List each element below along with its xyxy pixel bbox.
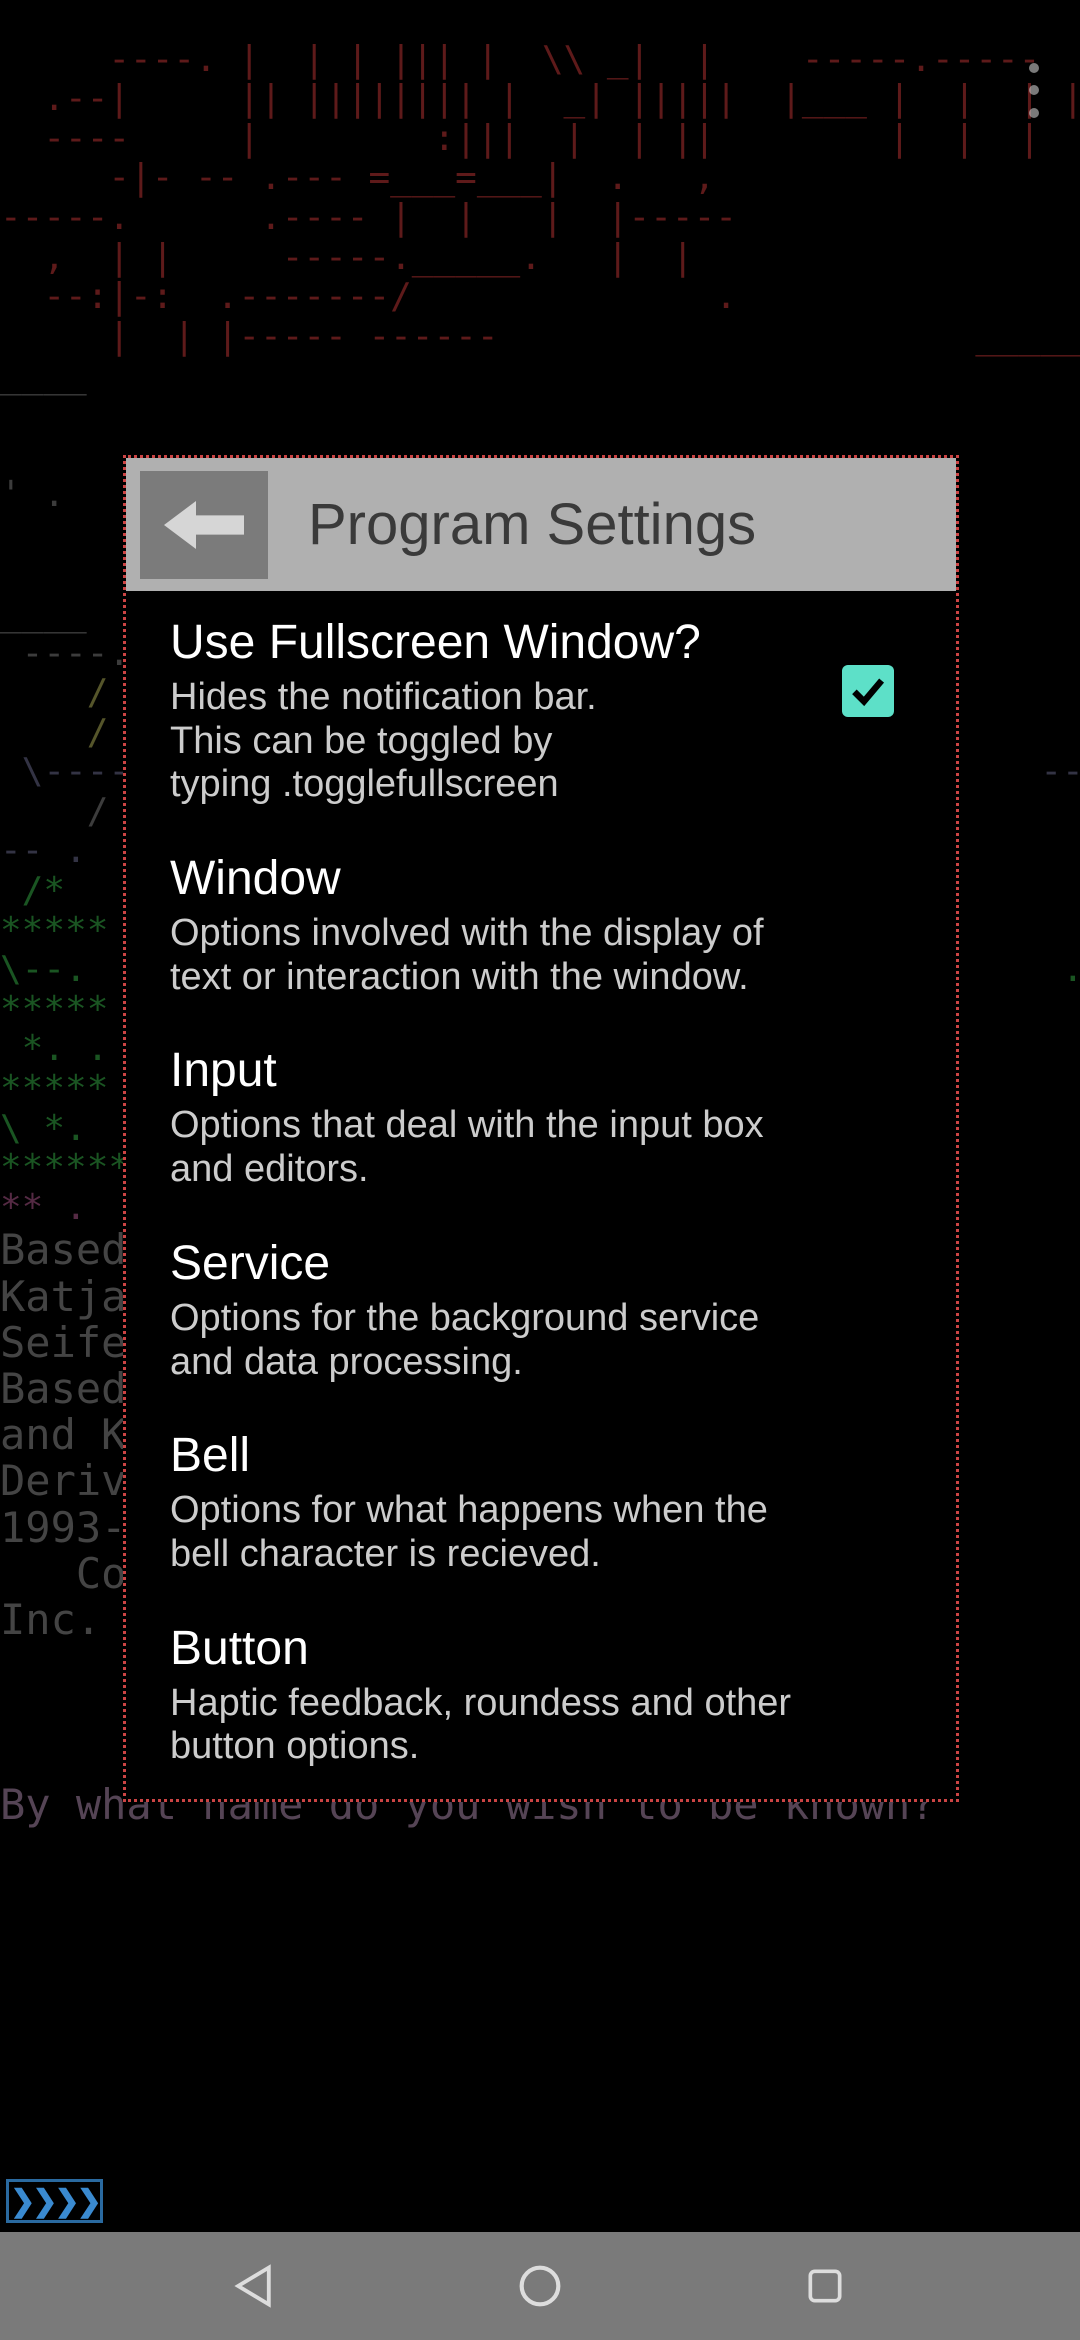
setting-input[interactable]: Input Options that deal with the input b… xyxy=(170,1043,912,1191)
setting-title: Service xyxy=(170,1236,892,1291)
android-navbar xyxy=(0,2232,1080,2340)
nav-recent-button[interactable] xyxy=(795,2256,855,2316)
setting-bell[interactable]: Bell Options for what happens when the b… xyxy=(170,1428,912,1576)
setting-service[interactable]: Service Options for the background servi… xyxy=(170,1236,912,1384)
nav-home-button[interactable] xyxy=(510,2256,570,2316)
setting-title: Window xyxy=(170,851,892,906)
setting-title: Button xyxy=(170,1621,892,1676)
check-icon xyxy=(848,671,888,711)
arrow-left-icon xyxy=(164,495,244,555)
setting-desc: Options involved with the display of tex… xyxy=(170,912,810,999)
setting-desc: Options for what happens when the bell c… xyxy=(170,1489,810,1576)
setting-desc: Haptic feedback, roundess and other butt… xyxy=(170,1682,810,1769)
nav-back-button[interactable] xyxy=(225,2256,285,2316)
setting-desc: Options for the background service and d… xyxy=(170,1297,810,1384)
setting-desc: Options that deal with the input box and… xyxy=(170,1104,810,1191)
fullscreen-checkbox[interactable] xyxy=(842,665,894,717)
dialog-header: Program Settings xyxy=(126,458,956,591)
more-icon[interactable] xyxy=(1016,50,1052,130)
setting-title: Input xyxy=(170,1043,892,1098)
setting-button[interactable]: Button Haptic feedback, roundess and oth… xyxy=(170,1621,912,1769)
bg-credits-line: Inc. xyxy=(0,1595,101,1644)
setting-window[interactable]: Window Options involved with the display… xyxy=(170,851,912,999)
setting-desc: Hides the notification bar. This can be … xyxy=(170,676,600,807)
square-recent-icon xyxy=(803,2264,847,2308)
command-input[interactable]: ❯❯❯❯ xyxy=(6,2179,103,2223)
chevron-icon: ❯❯❯❯ xyxy=(10,2184,99,2219)
back-button[interactable] xyxy=(140,471,268,579)
program-settings-dialog: Program Settings Use Fullscreen Window? … xyxy=(123,455,959,1802)
setting-title: Use Fullscreen Window? xyxy=(170,615,822,670)
setting-fullscreen[interactable]: Use Fullscreen Window? Hides the notific… xyxy=(170,615,912,807)
setting-title: Bell xyxy=(170,1428,892,1483)
dialog-title: Program Settings xyxy=(308,491,756,558)
triangle-back-icon xyxy=(232,2263,278,2309)
dialog-body: Use Fullscreen Window? Hides the notific… xyxy=(126,591,956,1799)
circle-home-icon xyxy=(515,2261,565,2311)
